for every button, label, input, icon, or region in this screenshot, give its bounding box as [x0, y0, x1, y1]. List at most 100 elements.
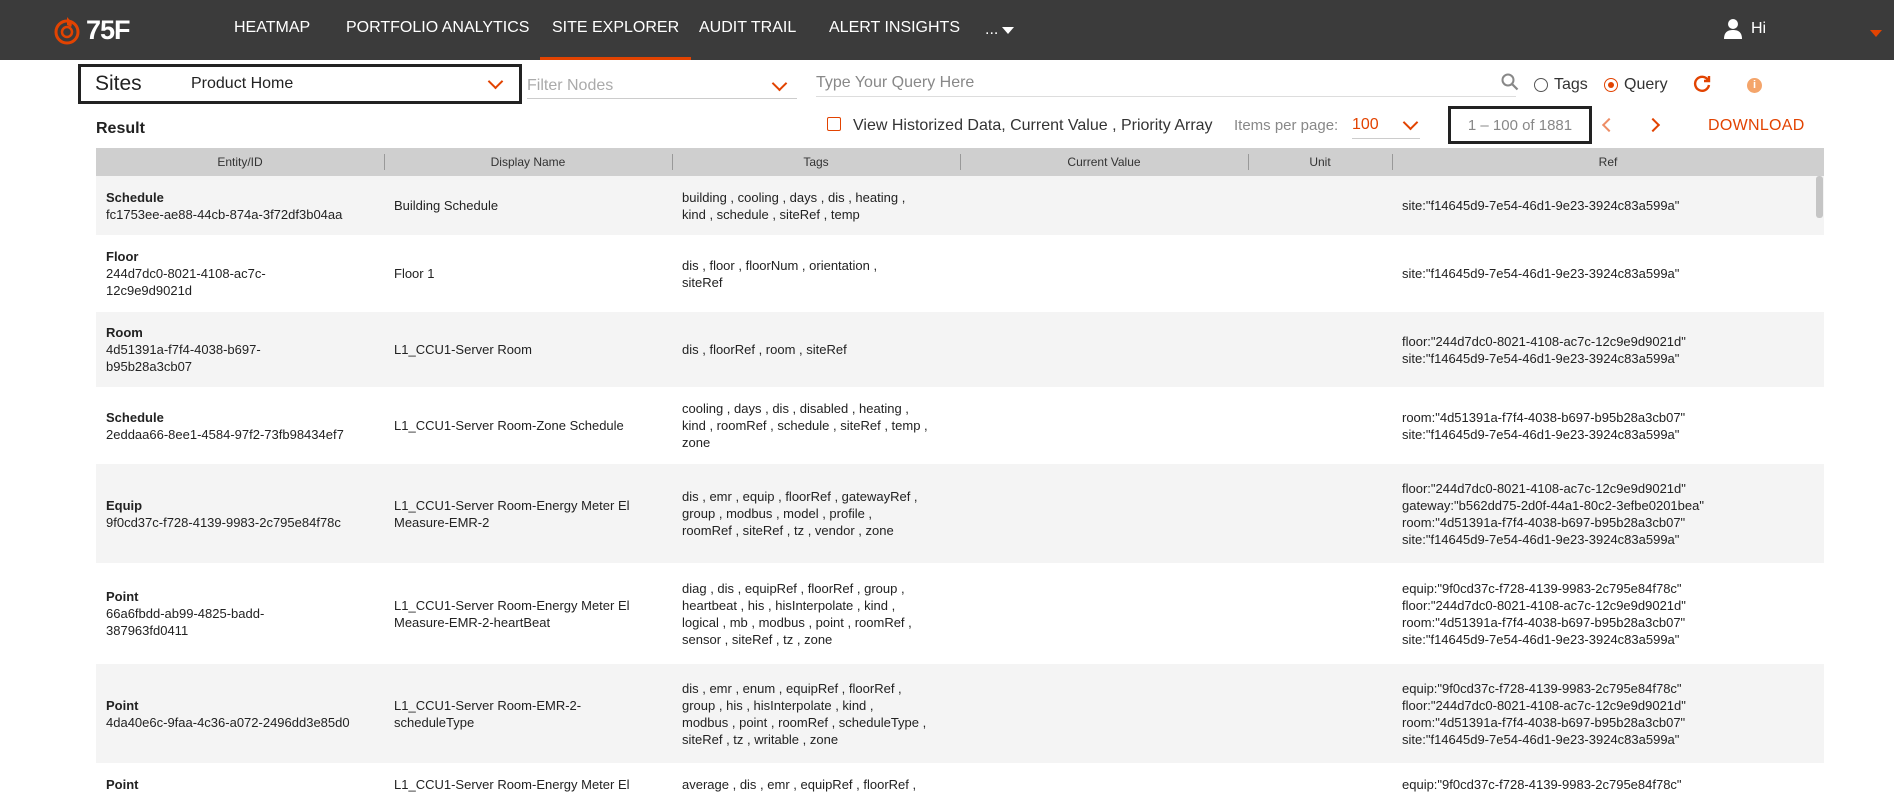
- table-row[interactable]: Point 4da40e6c-9faa-4c36-a072-2496dd3e85d…: [96, 664, 1824, 764]
- column-header-display-name[interactable]: Display Name: [384, 148, 672, 176]
- nav-audit-trail[interactable]: AUDIT TRAIL: [699, 0, 796, 60]
- brand-logo[interactable]: 75F: [52, 10, 131, 50]
- display-name-cell: L1_CCU1-Server Room-Energy Meter El: [394, 777, 630, 792]
- items-per-page-value: 100: [1352, 116, 1379, 133]
- ref-cell: floor:"244d7dc0-8021-4108-ac7c-12c9e9d90…: [1402, 333, 1686, 366]
- display-name-cell: Floor 1: [394, 266, 435, 281]
- column-header-entity-id[interactable]: Entity/ID: [96, 148, 384, 176]
- display-name-cell: L1_CCU1-Server Room-Energy Meter El Meas…: [394, 497, 630, 530]
- caret-down-icon: [1002, 26, 1015, 34]
- next-page-icon[interactable]: [1645, 117, 1661, 133]
- pagination-range: 1 – 100 of 1881: [1448, 106, 1592, 144]
- table-row[interactable]: Schedule fc1753ee-ae88-44cb-874a-3f72df3b…: [96, 176, 1824, 236]
- ref-cell: site:"f14645d9-7e54-46d1-9e23-3924c83a59…: [1402, 198, 1680, 213]
- search-icon[interactable]: [1501, 73, 1519, 91]
- nav-portfolio-analytics[interactable]: PORTFOLIO ANALYTICS: [346, 0, 529, 60]
- refresh-icon[interactable]: [1692, 74, 1712, 94]
- entity-type: Floor: [106, 249, 139, 264]
- historized-data-checkbox[interactable]: [827, 117, 841, 131]
- entity-type: Room: [106, 325, 143, 340]
- unit-cell: [1248, 764, 1392, 776]
- items-per-page-label: Items per page:: [1234, 117, 1339, 134]
- radio-tags[interactable]: Tags: [1534, 76, 1588, 94]
- table-scrollbar[interactable]: [1816, 176, 1824, 800]
- ref-cell: site:"f14645d9-7e54-46d1-9e23-3924c83a59…: [1402, 266, 1680, 281]
- table-row[interactable]: Equip 9f0cd37c-f728-4139-9983-2c795e84f78…: [96, 464, 1824, 564]
- entity-cell: Room 4d51391a-f7f4-4038-b697- b95b28a3cb0…: [96, 324, 384, 375]
- chevron-down-icon: [1402, 114, 1419, 130]
- previous-page-icon[interactable]: [1601, 117, 1617, 133]
- tags-cell: dis , emr , equip , floorRef , gatewayRe…: [682, 489, 918, 538]
- display-name-cell: L1_CCU1-Server Room-EMR-2- scheduleType: [394, 697, 582, 730]
- entity-type: Point: [106, 777, 139, 792]
- chevron-down-icon: [487, 73, 504, 89]
- radio-query-button[interactable]: [1604, 78, 1618, 92]
- site-selector[interactable]: Sites Product Home: [78, 64, 522, 104]
- tags-cell: dis , floor , floorNum , orientation , s…: [682, 257, 878, 290]
- entity-id: 2eddaa66-8ee1-4584-97f2-73fb98434ef7: [106, 426, 344, 442]
- entity-id: fc1753ee-ae88-44cb-874a-3f72df3b04aa: [106, 206, 343, 222]
- entity-cell: Point: [96, 764, 384, 793]
- display-name-cell: Building Schedule: [394, 198, 499, 213]
- entity-id: 9f0cd37c-f728-4139-9983-2c795e84f78c: [106, 514, 341, 530]
- historized-data-label: View Historized Data, Current Value , Pr…: [853, 117, 1213, 134]
- user-dropdown-caret-icon[interactable]: [1870, 30, 1882, 37]
- filter-nodes-select[interactable]: Filter Nodes: [527, 74, 797, 99]
- logo-text: 75F: [86, 14, 131, 45]
- nav-site-explorer[interactable]: SITE EXPLORER: [540, 0, 692, 60]
- table-row[interactable]: Point L1_CCU1-Server Room-Energy Meter El…: [96, 764, 1824, 800]
- entity-id: 4da40e6c-9faa-4c36-a072-2496dd3e85d0: [106, 714, 350, 730]
- column-header-ref[interactable]: Ref: [1392, 148, 1824, 176]
- download-button[interactable]: DOWNLOAD: [1708, 117, 1805, 135]
- items-per-page-select[interactable]: 100: [1352, 112, 1420, 139]
- table-row[interactable]: Point 66a6fbdd-ab99-4825-badd- 387963fd04…: [96, 564, 1824, 664]
- tags-cell: building , cooling , days , dis , heatin…: [682, 189, 906, 222]
- nav-more-menu[interactable]: ...: [985, 0, 1015, 60]
- display-name-cell: L1_CCU1-Server Room-Energy Meter El Meas…: [394, 597, 630, 630]
- ref-cell: floor:"244d7dc0-8021-4108-ac7c-12c9e9d90…: [1402, 480, 1704, 547]
- nav-site-explorer-label: SITE EXPLORER: [552, 19, 680, 36]
- results-table: Entity/ID Display Name Tags Current Valu…: [96, 148, 1824, 800]
- chevron-down-icon: [771, 75, 788, 91]
- entity-id: 244d7dc0-8021-4108-ac7c- 12c9e9d9021d: [106, 266, 266, 298]
- display-name-cell: L1_CCU1-Server Room-Zone Schedule: [394, 418, 624, 433]
- entity-id: 66a6fbdd-ab99-4825-badd- 387963fd0411: [106, 606, 265, 638]
- ref-cell: room:"4d51391a-f7f4-4038-b697-b95b28a3cb…: [1402, 409, 1686, 442]
- nav-heatmap[interactable]: HEATMAP: [234, 0, 310, 60]
- table-header: Entity/ID Display Name Tags Current Valu…: [96, 148, 1824, 176]
- entity-cell: Schedule 2eddaa66-8ee1-4584-97f2-73fb9843…: [96, 409, 384, 443]
- column-header-current-value[interactable]: Current Value: [960, 148, 1248, 176]
- tags-cell: dis , emr , enum , equipRef , floorRef ,…: [682, 680, 927, 747]
- table-row[interactable]: Room 4d51391a-f7f4-4038-b697- b95b28a3cb0…: [96, 312, 1824, 388]
- entity-cell: Schedule fc1753ee-ae88-44cb-874a-3f72df3b…: [96, 189, 384, 223]
- entity-cell: Equip 9f0cd37c-f728-4139-9983-2c795e84f78…: [96, 497, 384, 531]
- radio-query-label: Query: [1624, 76, 1668, 93]
- radio-query[interactable]: Query: [1604, 76, 1668, 94]
- info-icon[interactable]: i: [1747, 78, 1762, 93]
- table-row[interactable]: Floor 244d7dc0-8021-4108-ac7c- 12c9e9d902…: [96, 236, 1824, 312]
- entity-cell: Point 66a6fbdd-ab99-4825-badd- 387963fd04…: [96, 588, 384, 639]
- current-value-cell: [960, 764, 1248, 776]
- column-header-unit[interactable]: Unit: [1248, 148, 1392, 176]
- query-input[interactable]: [816, 70, 1516, 97]
- radio-tags-button[interactable]: [1534, 78, 1548, 92]
- scrollbar-thumb[interactable]: [1816, 176, 1823, 218]
- ref-cell: equip:"9f0cd37c-f728-4139-9983-2c795e84f…: [1402, 580, 1686, 647]
- entity-type: Schedule: [106, 189, 164, 205]
- user-menu[interactable]: Hi: [1723, 18, 1766, 40]
- flame-logo-icon: [54, 17, 80, 45]
- user-icon: [1724, 19, 1742, 39]
- top-navbar: 75F HEATMAP PORTFOLIO ANALYTICS SITE EXP…: [0, 0, 1894, 60]
- display-name-cell: L1_CCU1-Server Room: [394, 342, 532, 357]
- tags-cell: cooling , days , dis , disabled , heatin…: [682, 401, 928, 450]
- entity-type: Point: [106, 697, 139, 713]
- nav-more-label: ...: [985, 21, 999, 38]
- entity-cell: Point 4da40e6c-9faa-4c36-a072-2496dd3e85d…: [96, 697, 384, 731]
- nav-alert-insights[interactable]: ALERT INSIGHTS: [829, 0, 960, 60]
- tags-cell: diag , dis , equipRef , floorRef , group…: [682, 580, 912, 647]
- filter-nodes-placeholder: Filter Nodes: [527, 77, 614, 94]
- column-header-tags[interactable]: Tags: [672, 148, 960, 176]
- table-row[interactable]: Schedule 2eddaa66-8ee1-4584-97f2-73fb9843…: [96, 388, 1824, 464]
- entity-type: Equip: [106, 497, 143, 513]
- ref-cell: equip:"9f0cd37c-f728-4139-9983-2c795e84f…: [1402, 680, 1686, 747]
